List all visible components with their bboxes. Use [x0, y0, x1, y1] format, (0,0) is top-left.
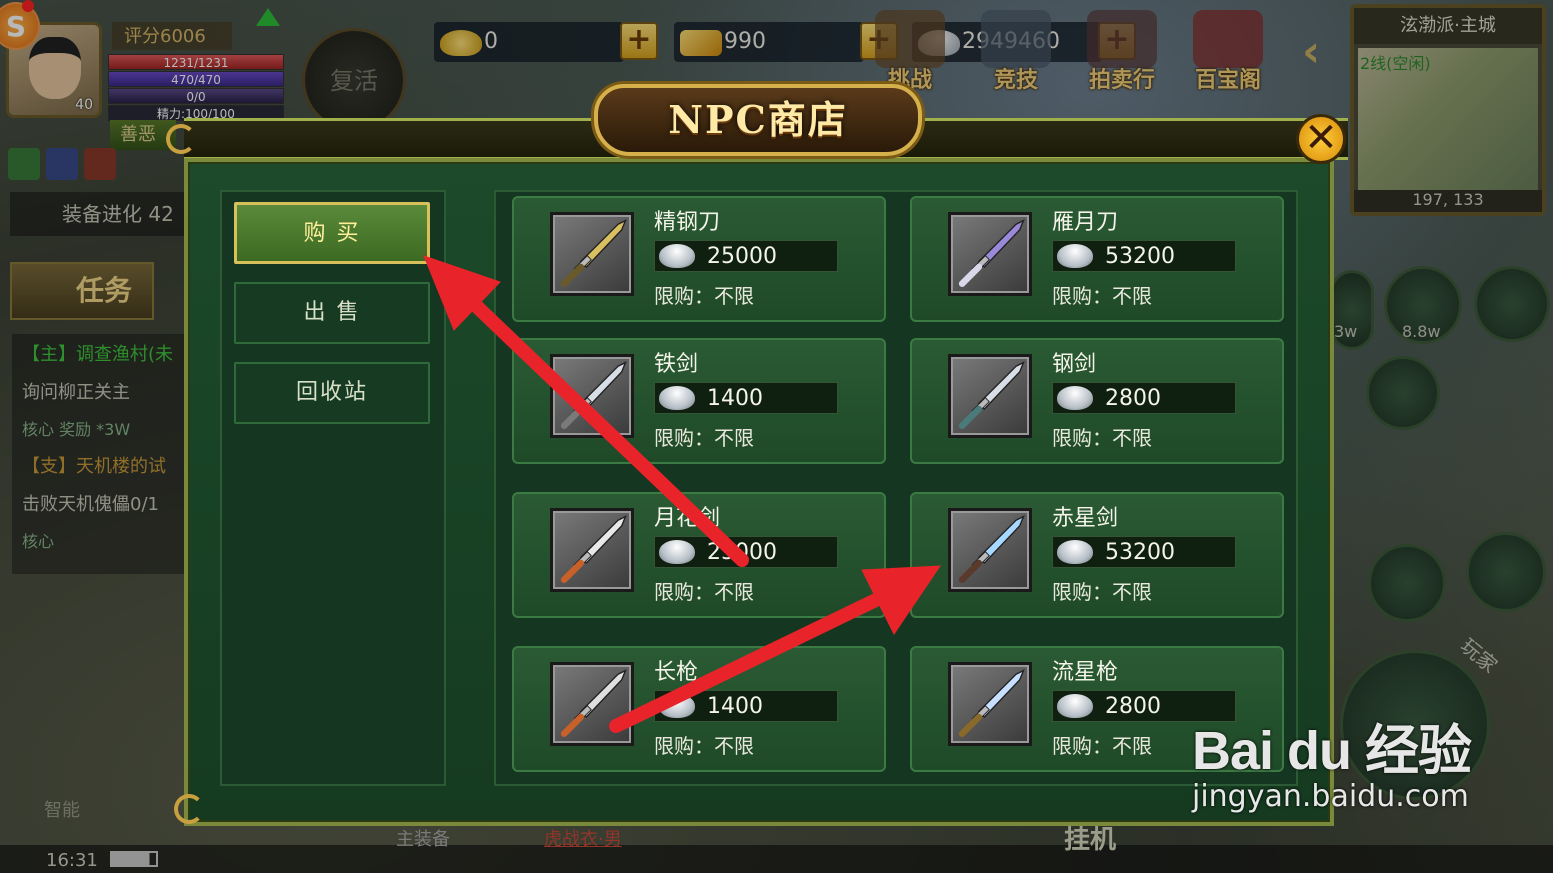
- silver-coin-icon: [659, 244, 695, 268]
- price-box: 25000: [654, 240, 838, 272]
- purchase-limit: 限购：不限: [1052, 580, 1152, 604]
- item-name: 精钢刀: [654, 210, 721, 235]
- purchase-limit: 限购：不限: [654, 734, 754, 758]
- purchase-limit: 限购：不限: [654, 580, 754, 604]
- item-price: 53200: [1105, 244, 1175, 269]
- corner-ornament-icon: [166, 124, 196, 154]
- shop-item-card[interactable]: 铁剑 1400 限购：不限: [512, 338, 886, 464]
- shop-item-card[interactable]: 钢剑 2800 限购：不限: [910, 338, 1284, 464]
- silver-coin-icon: [659, 540, 695, 564]
- shop-item-card[interactable]: 月花剑 25000 限购：不限: [512, 492, 886, 618]
- watermark-url: jingyan.baidu.com: [1192, 779, 1469, 814]
- item-name: 雁月刀: [1052, 210, 1119, 235]
- item-price: 25000: [707, 540, 777, 565]
- weapon-icon[interactable]: [948, 354, 1032, 438]
- weapon-icon[interactable]: [550, 662, 634, 746]
- purchase-limit: 限购：不限: [1052, 426, 1152, 450]
- item-price: 25000: [707, 244, 777, 269]
- shop-item-card[interactable]: 精钢刀 25000 限购：不限: [512, 196, 886, 322]
- watermark-brand: Bai du 经验: [1192, 721, 1472, 781]
- item-price: 2800: [1105, 694, 1161, 719]
- shop-item-card[interactable]: 雁月刀 53200 限购：不限: [910, 196, 1284, 322]
- item-price: 2800: [1105, 386, 1161, 411]
- item-price: 1400: [707, 386, 763, 411]
- weapon-icon[interactable]: [550, 354, 634, 438]
- item-name: 钢剑: [1052, 352, 1097, 377]
- shop-item-card[interactable]: 长枪 1400 限购：不限: [512, 646, 886, 772]
- silver-coin-icon: [1057, 244, 1093, 268]
- purchase-limit: 限购：不限: [1052, 284, 1152, 308]
- shop-item-grid[interactable]: 精钢刀 25000 限购：不限 雁月刀 53200 限购：不限 铁剑 1400 限购：不限 钢剑 2…: [494, 190, 1298, 786]
- price-box: 25000: [654, 536, 838, 568]
- price-box: 53200: [1052, 536, 1236, 568]
- item-name: 月花剑: [654, 506, 721, 531]
- weapon-icon[interactable]: [550, 212, 634, 296]
- tab-buy[interactable]: 购 买: [234, 202, 430, 264]
- silver-coin-icon: [659, 386, 695, 410]
- price-box: 1400: [654, 382, 838, 414]
- item-price: 1400: [707, 694, 763, 719]
- price-box: 53200: [1052, 240, 1236, 272]
- dialog-title: NPC商店: [668, 97, 848, 142]
- baidu-watermark: Bai du 经验 jingyan.baidu.com: [1192, 706, 1472, 814]
- close-button[interactable]: ✕: [1296, 114, 1346, 164]
- purchase-limit: 限购：不限: [1052, 734, 1152, 758]
- tab-recycle[interactable]: 回收站: [234, 362, 430, 424]
- silver-coin-icon: [1057, 694, 1093, 718]
- purchase-limit: 限购：不限: [654, 284, 754, 308]
- shop-item-card[interactable]: 赤星剑 53200 限购：不限: [910, 492, 1284, 618]
- silver-coin-icon: [1057, 386, 1093, 410]
- item-name: 长枪: [654, 660, 699, 685]
- shop-tab-panel: [220, 190, 446, 786]
- corner-ornament-icon: [174, 794, 204, 824]
- item-name: 赤星剑: [1052, 506, 1119, 531]
- silver-coin-icon: [659, 694, 695, 718]
- weapon-icon[interactable]: [948, 212, 1032, 296]
- weapon-icon[interactable]: [948, 508, 1032, 592]
- weapon-icon[interactable]: [550, 508, 634, 592]
- weapon-icon[interactable]: [948, 662, 1032, 746]
- item-name: 流星枪: [1052, 660, 1119, 685]
- item-price: 53200: [1105, 540, 1175, 565]
- price-box: 2800: [1052, 382, 1236, 414]
- item-name: 铁剑: [654, 352, 699, 377]
- dialog-title-plaque: NPC商店: [594, 84, 922, 156]
- purchase-limit: 限购：不限: [654, 426, 754, 450]
- price-box: 1400: [654, 690, 838, 722]
- silver-coin-icon: [1057, 540, 1093, 564]
- tab-sell[interactable]: 出 售: [234, 282, 430, 344]
